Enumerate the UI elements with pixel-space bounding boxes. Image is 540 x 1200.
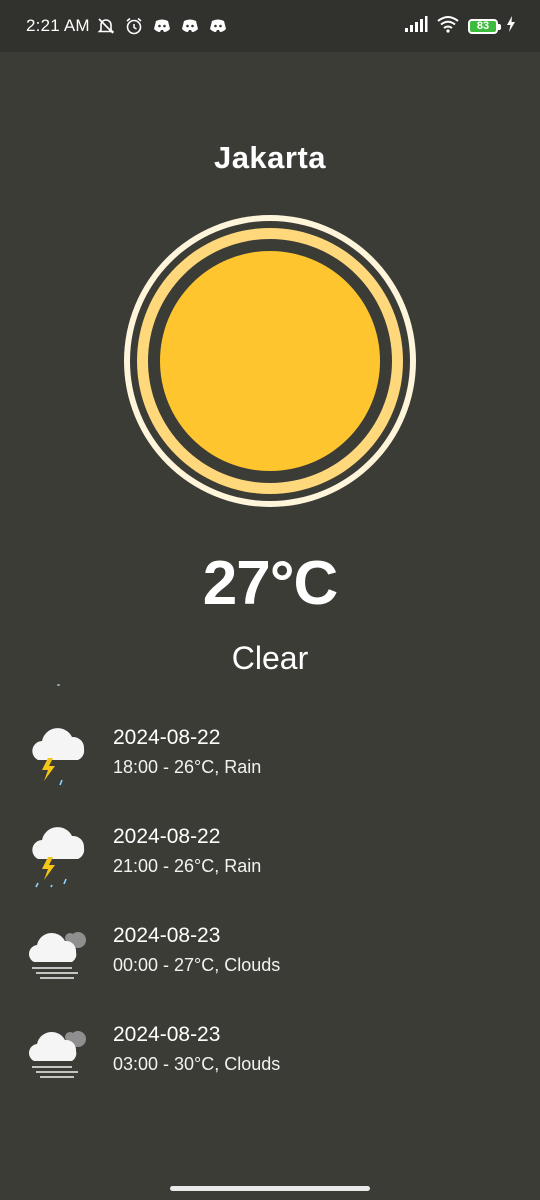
wifi-icon — [436, 15, 460, 38]
thunderstorm-icon — [24, 819, 90, 889]
current-condition: Clear — [231, 640, 309, 676]
forecast-date: 2024-08-23 — [113, 1023, 221, 1046]
sun-icon — [122, 213, 418, 509]
signal-icon — [404, 15, 428, 37]
forecast-date: 2024-08-22 — [113, 825, 221, 848]
forecast-detail: 21:00 - 26°C, Rain — [113, 856, 262, 876]
city-name: Jakarta — [213, 140, 327, 175]
discord-icon — [180, 16, 200, 36]
forecast-item: 2024-08-22 18:00 - 26°C, Rain — [0, 712, 540, 802]
home-indicator[interactable] — [170, 1186, 370, 1191]
forecast-detail: 03:00 - 30°C, Clouds — [113, 1054, 281, 1074]
forecast-date: 2024-08-22 — [113, 726, 221, 749]
battery-indicator: 83 — [468, 18, 501, 34]
thunderstorm-icon — [24, 720, 90, 790]
forecast-date: 2024-08-23 — [113, 924, 221, 947]
system-indicators: 83 — [404, 15, 516, 38]
status-time: 2:21 AM — [26, 16, 90, 35]
muted-bell-icon — [96, 16, 116, 36]
forecast-item: 2024-08-23 03:00 - 30°C, Clouds — [0, 1009, 540, 1099]
forecast-item: 2024-08-22 21:00 - 26°C, Rain — [0, 811, 540, 901]
forecast-detail: 18:00 - 26°C, Rain — [113, 757, 262, 777]
discord-icon — [152, 16, 172, 36]
notification-icons — [96, 16, 228, 36]
current-temperature: 27°C — [202, 549, 339, 618]
forecast-item: 2024-08-23 00:00 - 27°C, Clouds — [0, 910, 540, 1000]
discord-icon — [208, 16, 228, 36]
cloudy-fog-icon — [24, 918, 90, 988]
decorative-dot — [57, 684, 60, 686]
status-bar: 2:21 AM 83 — [0, 0, 540, 52]
alarm-icon — [124, 16, 144, 36]
forecast-detail: 00:00 - 27°C, Clouds — [113, 955, 281, 975]
charging-icon — [506, 15, 516, 37]
cloudy-fog-icon — [24, 1017, 90, 1087]
